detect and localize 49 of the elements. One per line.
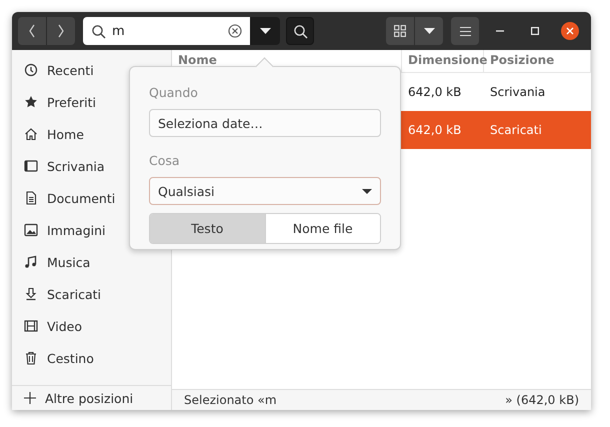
home-icon xyxy=(24,127,38,141)
search-options-button[interactable] xyxy=(250,17,280,45)
minimize-icon xyxy=(496,30,504,32)
type-dropdown[interactable]: Qualsiasi xyxy=(149,177,381,205)
close-icon xyxy=(566,27,574,35)
mode-toggle[interactable]: Testo xyxy=(150,214,264,243)
size-cell-text: 642,0 kB xyxy=(407,85,462,99)
grid-icon xyxy=(394,25,406,37)
image-icon xyxy=(24,223,38,237)
download-icon xyxy=(24,287,38,301)
sidebar-item[interactable]: Musica xyxy=(12,246,171,278)
clock-icon xyxy=(24,63,38,77)
caret-down-icon xyxy=(424,28,434,34)
menu-button[interactable] xyxy=(451,17,479,45)
location-cell-text: Scrivania xyxy=(489,85,546,99)
caret-down-icon xyxy=(260,28,270,34)
plus-icon xyxy=(24,392,36,404)
search-field[interactable]: m xyxy=(83,17,250,45)
search-icon xyxy=(292,24,308,38)
view-options-button[interactable] xyxy=(415,17,443,45)
section-label: Quando xyxy=(149,85,199,102)
section-label: Cosa xyxy=(149,153,181,170)
sidebar-item[interactable]: Altre posizioni xyxy=(12,386,171,410)
sidebar-item[interactable]: Scaricati xyxy=(12,278,171,310)
desktop-icon xyxy=(24,159,38,173)
date-button[interactable]: Seleziona date… xyxy=(149,109,381,137)
search-icon xyxy=(91,24,106,38)
sidebar-item[interactable]: Recenti xyxy=(12,54,171,86)
grid-view-button[interactable] xyxy=(386,17,414,45)
menu-icon xyxy=(460,26,470,36)
status-text: Selezionato «m xyxy=(184,393,277,407)
mode-toggle[interactable]: Nome file xyxy=(264,214,380,243)
document-icon xyxy=(24,191,38,205)
forward-button[interactable] xyxy=(47,17,75,45)
status-size: » (642,0 kB) xyxy=(505,393,579,407)
search-button[interactable] xyxy=(286,17,314,45)
maximize-icon xyxy=(531,27,539,35)
size-cell-text: 642,0 kB xyxy=(407,123,462,137)
music-note-icon xyxy=(24,255,38,269)
close-button[interactable] xyxy=(561,22,579,40)
trash-icon xyxy=(24,351,38,365)
star-icon xyxy=(24,95,38,109)
film-icon xyxy=(24,319,38,333)
sidebar-item[interactable]: Video xyxy=(12,310,171,342)
clear-icon[interactable] xyxy=(228,24,242,38)
back-button[interactable] xyxy=(18,17,46,45)
location-cell-text: Scaricati xyxy=(489,123,543,137)
caret-down-icon xyxy=(362,188,372,194)
sidebar-item[interactable]: Cestino xyxy=(12,342,171,374)
